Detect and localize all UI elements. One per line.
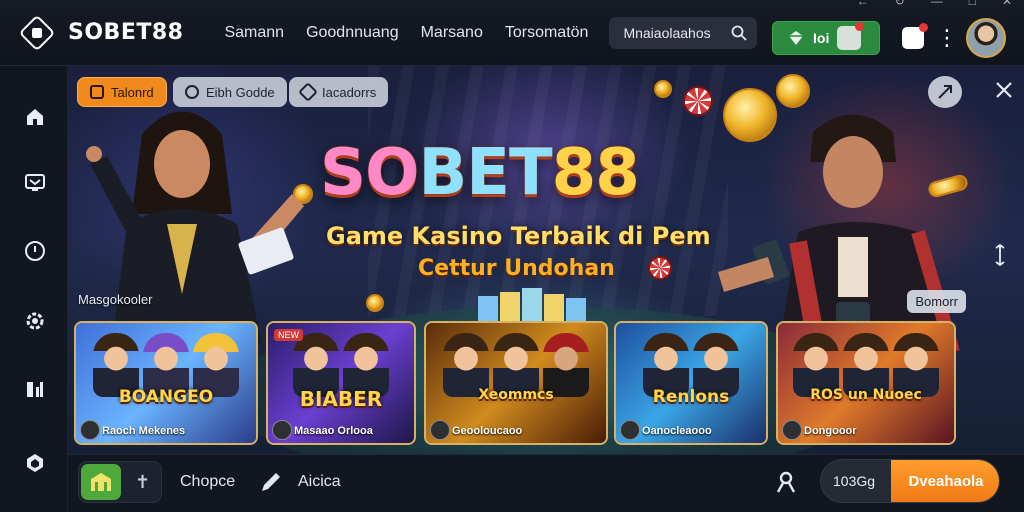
top-bar: ← ↻ — □ ✕ SOBET88 Samann Goodnnuang Mars…: [0, 0, 1024, 66]
main-nav: Samann Goodnnuang Marsano Torsomatön: [213, 24, 599, 42]
coin-icon: [654, 80, 672, 98]
nav-item-3[interactable]: Marsano: [410, 24, 494, 42]
deposit-button[interactable]: Dveahaola: [891, 460, 999, 502]
refresh-icon[interactable]: ↻: [895, 0, 905, 8]
game-card-title: Xeommcs: [478, 387, 554, 403]
poker-chip-icon: [648, 256, 672, 280]
section-button-right[interactable]: Bomorr: [907, 290, 966, 313]
hero-logo-part-2: BET: [418, 136, 553, 210]
new-badge: NEW: [274, 329, 303, 341]
nav-item-2[interactable]: Goodnnuang: [295, 24, 410, 42]
expand-icon[interactable]: [990, 244, 1010, 266]
close-banner-icon[interactable]: [992, 78, 1016, 102]
provider-icon: [430, 420, 450, 440]
bottom-bar: ✝ Chopce Aicica 103Gg Dveahaola: [68, 454, 1024, 512]
avatar[interactable]: [966, 18, 1006, 58]
wallet-badge-icon: [837, 22, 865, 50]
close-icon[interactable]: ✕: [1002, 0, 1012, 8]
hero-tagline: Cettur Undohan: [418, 256, 615, 281]
game-card-title: BIABER: [299, 387, 383, 411]
game-card-title: BOANGEO: [118, 387, 214, 407]
game-card[interactable]: ROS un Nuoec Dongooor: [776, 321, 956, 445]
hero-logo: SOBET88: [320, 136, 640, 210]
wallet-label: Ioi: [813, 30, 830, 46]
hero-subtitle: Game Kasino Terbaik di Pem: [326, 222, 711, 250]
game-card[interactable]: NEW BIABER Masaao Orlooa: [266, 321, 416, 445]
nav-item-1[interactable]: Samann: [213, 24, 295, 42]
home-icon[interactable]: [22, 104, 48, 130]
chip-stack-icon: [478, 288, 586, 322]
balance-value: 103Gg: [833, 473, 876, 489]
top-right-actions: Ioi ⋮: [772, 18, 1006, 58]
maximize-icon[interactable]: □: [969, 0, 976, 8]
provider-icon: [80, 420, 100, 440]
coin-icon: [366, 294, 384, 312]
share-icon: [938, 85, 952, 99]
chart-icon[interactable]: [22, 376, 48, 402]
provider-icon: [272, 420, 292, 440]
nav-item-4[interactable]: Torsomatön: [494, 24, 600, 42]
add-icon[interactable]: ✝: [135, 472, 150, 493]
game-card[interactable]: Renlons Oanocleaooo: [614, 321, 768, 445]
game-card-row: BOANGEO Raoch Mekenes NEW BIABER Masaao …: [74, 321, 956, 447]
diamond-icon: [789, 31, 803, 45]
logo-icon[interactable]: [18, 14, 56, 51]
game-card-subtitle: Dongooor: [804, 425, 857, 437]
people-icon[interactable]: [774, 470, 798, 494]
settings-icon[interactable]: [22, 308, 48, 334]
provider-icon: [782, 420, 802, 440]
game-card-subtitle: Oanocleaooo: [642, 425, 712, 437]
back-icon[interactable]: ←: [857, 0, 869, 8]
game-card[interactable]: BOANGEO Raoch Mekenes: [74, 321, 258, 445]
minimize-icon[interactable]: —: [931, 0, 943, 8]
wallet-button[interactable]: Ioi: [772, 21, 880, 55]
game-card-subtitle: Raoch Mekenes: [102, 425, 186, 437]
search-box: [609, 16, 758, 49]
shield-icon[interactable]: [22, 450, 48, 476]
game-card-title: ROS un Nuoec: [810, 387, 922, 403]
chip-label: Iacadorrs: [322, 84, 377, 100]
hero-logo-part-3: 88: [551, 136, 640, 210]
tab-chopce[interactable]: Chopce: [180, 473, 235, 491]
dealer-man-illustration: [718, 114, 960, 352]
tab-aicica[interactable]: Aicica: [298, 473, 341, 491]
monitor-icon[interactable]: [22, 170, 48, 196]
game-card-subtitle: Geooloucaoo: [452, 425, 523, 437]
sidebar: [0, 66, 68, 512]
search-input[interactable]: [623, 24, 724, 41]
provider-icon: [620, 420, 640, 440]
notification-icon[interactable]: [902, 23, 928, 49]
window-controls: ← ↻ — □ ✕: [857, 0, 1012, 8]
poker-chip-icon: [683, 86, 713, 116]
home-tab-button[interactable]: ✝: [78, 461, 162, 503]
clock-icon[interactable]: [22, 238, 48, 264]
brand-name[interactable]: SOBET88: [68, 20, 183, 45]
section-label-left: Masgokooler: [78, 292, 153, 307]
more-menu-icon[interactable]: ⋮: [936, 27, 958, 49]
game-card[interactable]: Xeommcs Geooloucaoo: [424, 321, 608, 445]
search-icon[interactable]: [731, 25, 748, 41]
store-icon: [81, 464, 121, 500]
game-card-title: Renlons: [652, 387, 730, 407]
game-card-subtitle: Masaao Orlooa: [294, 425, 373, 437]
balance-pill: 103Gg Dveahaola: [820, 459, 1000, 503]
app-window: ← ↻ — □ ✕ SOBET88 Samann Goodnnuang Mars…: [0, 0, 1024, 512]
pencil-icon[interactable]: [258, 469, 284, 495]
hero-logo-part-1: SO: [320, 136, 419, 210]
hero-banner: Talonrd Eibh Godde Iacadorrs SOBET88 Gam…: [68, 66, 1024, 454]
